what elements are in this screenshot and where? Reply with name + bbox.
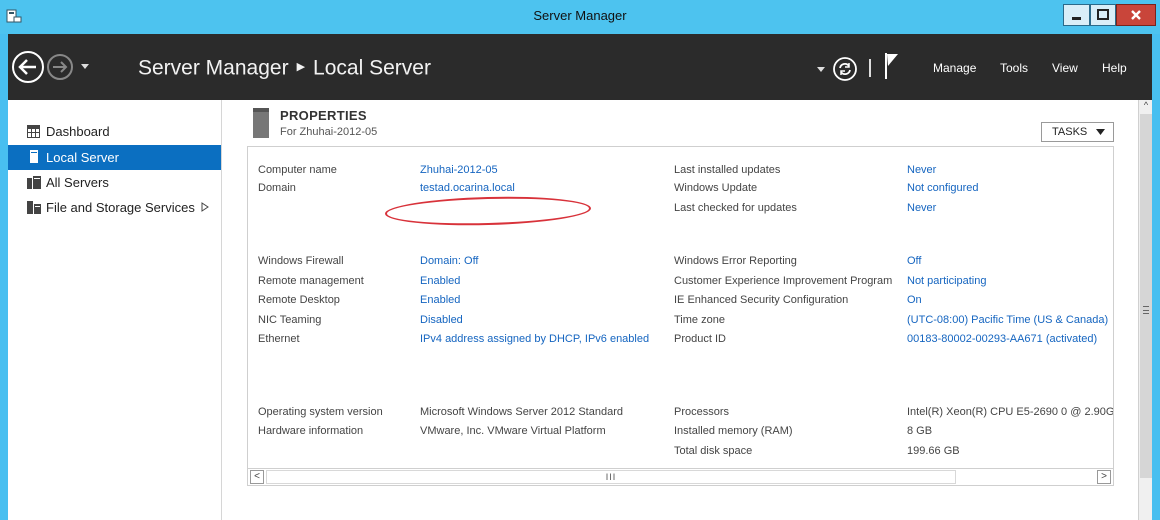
property-value: 8 GB — [907, 425, 933, 437]
properties-subtitle: For Zhuhai-2012-05 — [280, 126, 378, 138]
vertical-scrollbar[interactable]: ^ — [1138, 100, 1152, 520]
properties-section: PROPERTIES For Zhuhai-2012-05 TASKS Comp… — [223, 100, 1138, 520]
property-value-link[interactable]: 00183-80002-00293-AA671 (activated) — [907, 333, 1097, 345]
notifications-flag-icon[interactable] — [884, 51, 900, 81]
property-value-link[interactable]: Enabled — [420, 294, 460, 306]
scroll-left-icon[interactable]: < — [250, 470, 264, 484]
window-title: Server Manager — [533, 8, 627, 23]
breadcrumb-current: Local Server — [313, 56, 431, 80]
property-value-link[interactable]: Never — [907, 164, 936, 176]
property-label: Windows Firewall — [258, 255, 344, 267]
property-value-link[interactable]: Domain: Off — [420, 255, 479, 267]
server-icon — [30, 150, 38, 163]
chevron-down-icon — [1096, 129, 1105, 135]
vertical-scroll-thumb[interactable] — [1140, 114, 1152, 478]
notification-dropdown-icon[interactable] — [816, 64, 826, 74]
property-value-link[interactable]: Not participating — [907, 275, 987, 287]
maximize-button[interactable] — [1090, 4, 1116, 26]
property-label: Processors — [674, 406, 730, 418]
property-label: Windows Update — [674, 182, 758, 194]
back-icon — [12, 51, 44, 83]
menu-view[interactable]: View — [1052, 61, 1078, 75]
property-value-link[interactable]: Disabled — [420, 314, 463, 326]
menu-help[interactable]: Help — [1102, 61, 1127, 75]
property-label: Ethernet — [258, 333, 300, 345]
refresh-icon[interactable] — [832, 56, 858, 82]
property-value: Intel(R) Xeon(R) CPU E5-2690 0 @ 2.90GHz — [907, 406, 1114, 418]
close-icon — [1131, 10, 1141, 20]
scroll-up-icon[interactable]: ^ — [1140, 100, 1152, 112]
storage-icon — [27, 201, 41, 214]
properties-panel: Computer name Zhuhai-2012-05 Domain test… — [247, 146, 1114, 486]
property-value-link[interactable]: On — [907, 294, 922, 306]
maximize-icon — [1097, 9, 1109, 20]
breadcrumb: Server Manager ▶ Local Server — [138, 56, 431, 80]
title-bar[interactable]: Server Manager — [0, 0, 1160, 34]
property-label: IE Enhanced Security Configuration — [674, 294, 849, 306]
sidebar-item-all-servers[interactable]: All Servers — [8, 170, 221, 195]
servers-icon — [27, 176, 41, 189]
scroll-grip-icon — [1143, 306, 1149, 314]
property-label: Remote management — [258, 275, 364, 287]
properties-title: PROPERTIES — [280, 108, 367, 123]
property-value-link[interactable]: Not configured — [907, 182, 979, 194]
property-label: Computer name — [258, 164, 337, 176]
properties-grid: Computer name Zhuhai-2012-05 Domain test… — [248, 147, 1114, 467]
property-label: Operating system version — [258, 406, 383, 418]
minimize-button[interactable] — [1063, 4, 1090, 26]
scroll-right-icon[interactable]: > — [1097, 470, 1111, 484]
property-value-link[interactable]: Zhuhai-2012-05 — [420, 164, 498, 176]
forward-icon — [47, 54, 73, 80]
property-value-link[interactable]: (UTC-08:00) Pacific Time (US & Canada) — [907, 314, 1108, 326]
breadcrumb-separator-icon: ▶ — [296, 60, 306, 73]
property-label: NIC Teaming — [258, 314, 322, 326]
sidebar: Dashboard Local Server All Servers File … — [8, 100, 222, 520]
property-value: VMware, Inc. VMware Virtual Platform — [420, 425, 606, 437]
property-label: Installed memory (RAM) — [674, 425, 793, 437]
property-value-link[interactable]: testad.ocarina.local — [420, 182, 515, 194]
tasks-dropdown[interactable]: TASKS — [1041, 122, 1114, 142]
property-value: Microsoft Windows Server 2012 Standard — [420, 406, 623, 418]
domain-highlight-annotation — [384, 194, 592, 228]
property-label: Total disk space — [674, 445, 753, 457]
property-label: Product ID — [674, 333, 726, 345]
navigation-bar: Server Manager ▶ Local Server Manage Tools… — [8, 34, 1152, 100]
menu-tools[interactable]: Tools — [1000, 61, 1028, 75]
server-manager-window: Server Manager Server Manager ▶ Local Serv… — [0, 0, 1160, 520]
sidebar-item-label: Local Server — [46, 150, 119, 165]
sidebar-item-label: Dashboard — [46, 124, 110, 139]
horizontal-scroll-thumb[interactable]: III — [266, 470, 956, 484]
property-value-link[interactable]: Never — [907, 202, 936, 214]
menu-manage[interactable]: Manage — [933, 61, 976, 75]
property-label: Customer Experience Improvement Program — [674, 275, 893, 287]
sidebar-item-local-server[interactable]: Local Server — [8, 145, 221, 170]
property-value-link[interactable]: Enabled — [420, 275, 460, 287]
close-button[interactable] — [1116, 4, 1156, 26]
sidebar-item-file-and-storage-services[interactable]: File and Storage Services — [8, 195, 221, 220]
sidebar-item-label: File and Storage Services — [46, 200, 195, 215]
property-label: Domain — [258, 182, 296, 194]
property-label: Time zone — [674, 314, 725, 326]
history-dropdown-icon — [81, 64, 89, 69]
property-label: Hardware information — [258, 425, 364, 437]
property-value: 199.66 GB — [907, 445, 960, 457]
sidebar-item-label: All Servers — [46, 175, 109, 190]
property-label: Last checked for updates — [674, 202, 797, 214]
chevron-right-icon — [201, 202, 209, 212]
sidebar-item-dashboard[interactable]: Dashboard — [8, 119, 221, 144]
tasks-label: TASKS — [1052, 126, 1088, 138]
property-value-link[interactable]: IPv4 address assigned by DHCP, IPv6 enab… — [420, 333, 649, 345]
minimize-icon — [1072, 17, 1081, 20]
nav-divider — [869, 59, 871, 77]
back-forward-buttons — [12, 51, 89, 83]
breadcrumb-root[interactable]: Server Manager — [138, 56, 289, 79]
property-label: Last installed updates — [674, 164, 781, 176]
server-tile-icon — [253, 108, 269, 138]
property-label: Windows Error Reporting — [674, 255, 797, 267]
dashboard-icon — [27, 125, 40, 138]
property-label: Remote Desktop — [258, 294, 340, 306]
horizontal-scrollbar[interactable]: < III > — [248, 468, 1113, 485]
content-area: Dashboard Local Server All Servers File … — [8, 100, 1152, 520]
property-value-link[interactable]: Off — [907, 255, 921, 267]
